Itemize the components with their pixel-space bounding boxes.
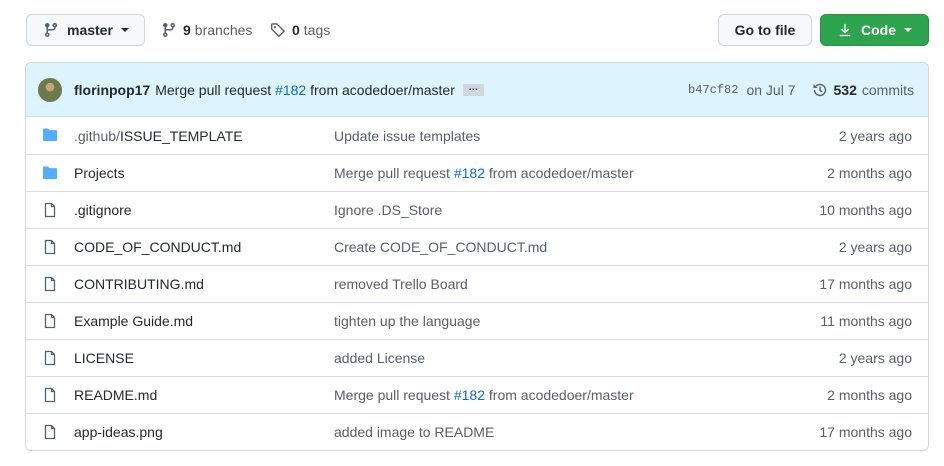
commit-age: 2 months ago <box>827 165 912 181</box>
tags-count: 0 <box>292 22 300 38</box>
commit-age: 17 months ago <box>819 424 912 440</box>
table-row: CODE_OF_CONDUCT.md Create CODE_OF_CONDUC… <box>26 228 928 265</box>
file-name-link[interactable]: app-ideas.png <box>74 424 163 440</box>
commit-message-link[interactable]: Update issue templates <box>334 128 480 144</box>
file-path-prefix: .github/ <box>74 127 120 144</box>
commit-message-suffix: from acodedoer/master <box>310 81 455 98</box>
branch-select-button[interactable]: master <box>26 14 145 46</box>
file-browser: florinpop17 Merge pull request #182 from… <box>25 62 929 451</box>
commit-age: 2 years ago <box>838 350 912 366</box>
file-name-link[interactable]: README.md <box>74 387 157 403</box>
file-name-link[interactable]: Projects <box>74 165 125 181</box>
commit-date: on Jul 7 <box>746 82 796 98</box>
chevron-down-icon <box>120 28 129 32</box>
commit-age: 2 years ago <box>838 239 912 255</box>
branches-link[interactable]: 9 branches <box>161 14 252 46</box>
folder-icon <box>43 128 57 141</box>
file-list: .github/ISSUE_TEMPLATE Update issue temp… <box>26 117 928 450</box>
commit-author-link[interactable]: florinpop17 <box>74 82 150 98</box>
table-row: .github/ISSUE_TEMPLATE Update issue temp… <box>26 117 928 154</box>
file-name: ISSUE_TEMPLATE <box>119 127 243 144</box>
commit-message-link[interactable]: Ignore .DS_Store <box>334 202 442 218</box>
file-name-link[interactable]: Example Guide.md <box>74 313 193 329</box>
git-branch-icon <box>45 22 57 38</box>
file-icon <box>44 424 56 440</box>
commit-message-link[interactable]: added image to README <box>334 424 494 440</box>
commit-age: 17 months ago <box>819 276 912 292</box>
commit-message-prefix: Merge pull request <box>334 387 450 403</box>
tags-link[interactable]: 0 tags <box>270 14 330 46</box>
pull-request-link[interactable]: #182 <box>454 387 485 403</box>
commit-message-prefix: Merge pull request <box>334 165 450 181</box>
git-branch-icon <box>163 22 175 38</box>
repo-toolbar: master 9 branches 0 tags Go to file Code <box>26 14 929 46</box>
commit-message-prefix: Merge pull request <box>155 81 272 98</box>
history-icon <box>813 83 826 97</box>
file-icon <box>44 276 56 292</box>
table-row: Projects Merge pull request #182 from ac… <box>26 154 928 191</box>
table-row: app-ideas.png added image to README 17 m… <box>26 413 928 450</box>
avatar[interactable] <box>38 77 62 102</box>
tags-label: tags <box>303 22 331 38</box>
file-icon <box>44 387 56 403</box>
commit-message-link[interactable]: added License <box>334 350 425 366</box>
file-icon <box>44 350 56 366</box>
commits-label: commits <box>861 82 914 98</box>
pull-request-link[interactable]: #182 <box>454 165 485 181</box>
file-name-link[interactable]: .github/ISSUE_TEMPLATE <box>74 128 243 144</box>
download-icon <box>839 23 851 37</box>
file-icon <box>44 202 56 218</box>
commit-message-link[interactable]: Merge pull request #182 from acodedoer/m… <box>334 387 634 403</box>
file-name-link[interactable]: LICENSE <box>74 350 134 366</box>
commit-message-link[interactable]: tighten up the language <box>334 313 480 329</box>
latest-commit-bar: florinpop17 Merge pull request #182 from… <box>26 63 928 117</box>
table-row: .gitignore Ignore .DS_Store 10 months ag… <box>26 191 928 228</box>
commits-count: 532 <box>833 82 857 98</box>
table-row: README.md Merge pull request #182 from a… <box>26 376 928 413</box>
commit-message-suffix: from acodedoer/master <box>488 165 634 181</box>
pull-request-link[interactable]: #182 <box>275 82 306 98</box>
commit-message-suffix: from acodedoer/master <box>488 387 634 403</box>
table-row: Example Guide.md tighten up the language… <box>26 302 928 339</box>
commit-age: 11 months ago <box>820 313 912 329</box>
tag-icon <box>271 23 286 38</box>
code-label: Code <box>861 22 896 38</box>
code-button[interactable]: Code <box>820 14 929 46</box>
commit-message-link[interactable]: Create CODE_OF_CONDUCT.md <box>334 239 547 255</box>
commit-message[interactable]: Merge pull request #182 from acodedoer/m… <box>155 82 455 98</box>
table-row: CONTRIBUTING.md removed Trello Board 17 … <box>26 265 928 302</box>
commit-message-link[interactable]: removed Trello Board <box>334 276 468 292</box>
commits-history-link[interactable]: 532 commits <box>812 82 914 98</box>
branches-count: 9 <box>183 22 191 38</box>
chevron-down-icon <box>904 28 912 32</box>
commit-sha-link[interactable]: b47cf82 <box>688 83 738 97</box>
folder-icon <box>43 166 57 179</box>
commit-meta: b47cf82 on Jul 7 532 commits <box>688 63 914 117</box>
branch-name: master <box>67 22 113 38</box>
commit-age: 2 years ago <box>838 127 912 144</box>
file-name-link[interactable]: CONTRIBUTING.md <box>74 276 204 292</box>
commit-age: 10 months ago <box>819 202 912 218</box>
branches-label: branches <box>194 22 253 38</box>
file-icon <box>44 239 56 255</box>
expand-commit-button[interactable]: … <box>462 82 484 96</box>
file-name-link[interactable]: CODE_OF_CONDUCT.md <box>74 239 241 255</box>
file-name-link[interactable]: .gitignore <box>74 202 132 218</box>
table-row: LICENSE added License 2 years ago <box>26 339 928 376</box>
go-to-file-button[interactable]: Go to file <box>718 14 812 46</box>
commit-message-link[interactable]: Merge pull request #182 from acodedoer/m… <box>334 165 634 181</box>
commit-age: 2 months ago <box>827 387 912 403</box>
file-icon <box>44 313 56 329</box>
